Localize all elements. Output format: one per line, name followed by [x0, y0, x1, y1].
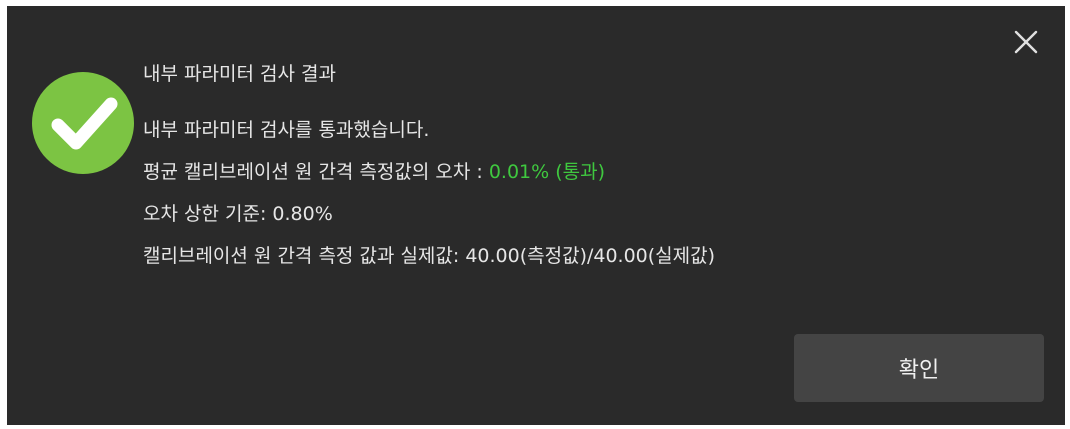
dialog-title: 내부 파라미터 검사 결과: [143, 63, 336, 85]
close-icon[interactable]: [1010, 26, 1042, 58]
avg-error-value: 0.01% (통과): [488, 161, 606, 183]
result-dialog: 내부 파라미터 검사 결과 내부 파라미터 검사를 통과했습니다. 평균 캘리브…: [7, 6, 1065, 425]
avg-error-row: 평균 캘리브레이션 원 간격 측정값의 오차 : 0.01% (통과): [143, 160, 605, 184]
result-message: 내부 파라미터 검사를 통과했습니다.: [143, 119, 430, 141]
check-circle-icon: [31, 71, 135, 175]
close-button[interactable]: [1010, 26, 1042, 58]
avg-error-label: 평균 캘리브레이션 원 간격 측정값의 오차 :: [143, 161, 489, 183]
error-limit-text: 오차 상한 기준: 0.80%: [143, 203, 333, 225]
confirm-button[interactable]: 확인: [794, 334, 1044, 402]
measurement-comparison-text: 캘리브레이션 원 간격 측정 값과 실제값: 40.00(측정값)/40.00(…: [143, 245, 716, 267]
